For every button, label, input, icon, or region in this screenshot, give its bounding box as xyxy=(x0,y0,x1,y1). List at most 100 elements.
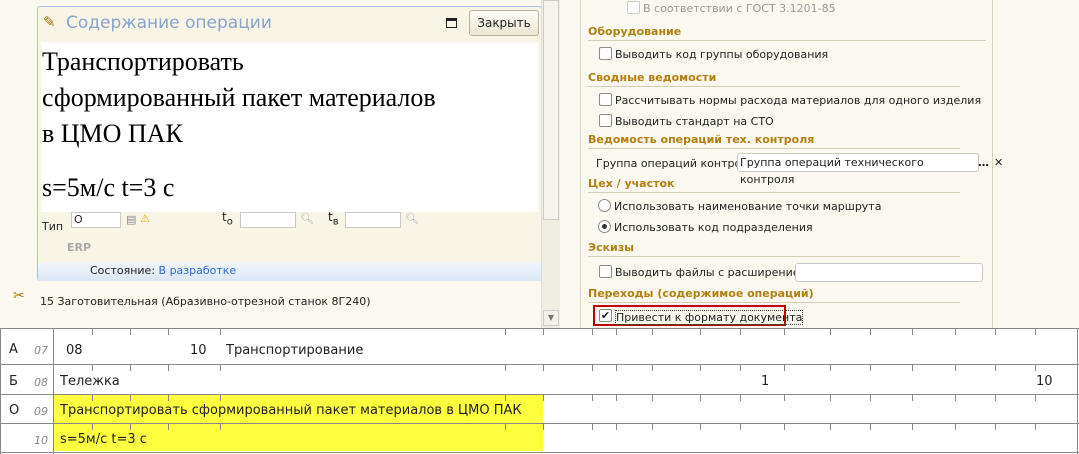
grid-tick xyxy=(1035,424,1036,430)
grid-tick xyxy=(592,395,593,401)
grid-tick xyxy=(870,424,871,430)
grid-tick xyxy=(592,365,593,371)
norms-label: Рассчитывать нормы расхода материалов дл… xyxy=(615,94,982,107)
row-number: 08 xyxy=(34,376,48,389)
content-line: Транспортировать xyxy=(42,47,244,76)
grid-tick xyxy=(168,395,169,401)
grid-tick xyxy=(652,329,653,335)
section-transitions: Переходы (содержимое операций) xyxy=(588,287,960,303)
grid-tick xyxy=(505,424,506,430)
control-group-label: Группа операций контроля: xyxy=(596,157,759,170)
grid-tick xyxy=(130,424,131,430)
settings-panel: В соответствии с ГОСТ 3.1201-85 Оборудов… xyxy=(580,0,1003,328)
operation-content-panel: ✎ Содержание операции Закрыть Транспорти… xyxy=(37,6,542,281)
radio-dot xyxy=(602,224,607,229)
row-number: 07 xyxy=(34,344,48,357)
table-row: Б 08 Тележка 1 10 xyxy=(0,365,1079,395)
tv-input[interactable] xyxy=(345,212,401,228)
select-button[interactable]: … xyxy=(978,156,989,169)
grid-tick xyxy=(616,365,617,371)
scrollbar[interactable]: ▼ xyxy=(541,0,560,328)
search-icon[interactable]: 🔍︎ xyxy=(405,212,419,225)
equip-code-checkbox[interactable] xyxy=(599,47,612,60)
status-value[interactable]: В разработке xyxy=(159,264,237,277)
document-table: А 07 08 10 Транспортирование Б 08 Тележк… xyxy=(0,328,1079,454)
grid-tick xyxy=(740,365,741,371)
doc-format-checkbox[interactable]: ✔ xyxy=(599,309,612,322)
grid-tick xyxy=(130,395,131,401)
operation-content-text[interactable]: Транспортировать сформированный пакет ма… xyxy=(41,42,538,212)
grid-tick xyxy=(616,395,617,401)
grid-tick xyxy=(616,329,617,335)
table-row: А 07 08 10 Транспортирование xyxy=(0,329,1079,365)
close-button[interactable]: Закрыть xyxy=(469,10,539,36)
section-summary: Сводные ведомости xyxy=(588,71,960,87)
to-input[interactable] xyxy=(240,212,296,228)
status-label: Состояние: xyxy=(90,264,156,277)
table-divider xyxy=(53,329,54,454)
grid-tick xyxy=(92,329,93,335)
type-input[interactable]: О xyxy=(71,212,121,228)
grid-tick xyxy=(168,329,169,335)
grid-tick xyxy=(543,395,544,401)
operation-icon: ✂ xyxy=(13,288,25,304)
cell: 10 xyxy=(1036,374,1053,389)
grid-tick xyxy=(92,424,93,430)
control-group-input[interactable]: Группа операций технического контроля xyxy=(737,153,979,186)
grid-tick xyxy=(784,424,785,430)
grid-tick xyxy=(830,424,831,430)
row-type: А xyxy=(9,342,18,357)
tv-label: tв xyxy=(328,210,339,228)
grid-tick xyxy=(543,329,544,335)
grid-tick xyxy=(700,329,701,335)
grid-tick xyxy=(220,424,221,430)
erp-label: ERP xyxy=(67,241,92,254)
table-row: О 09 Транспортировать сформированный пак… xyxy=(0,395,1079,424)
panel-title: Содержание операции xyxy=(66,13,272,33)
table-border xyxy=(1077,329,1078,454)
grid-tick xyxy=(700,395,701,401)
content-line: в ЦМО ПАК xyxy=(42,119,183,148)
sto-checkbox[interactable] xyxy=(599,114,612,127)
dept-code-label: Использовать код подразделения xyxy=(614,221,813,234)
row-type: Б xyxy=(9,374,18,389)
section-sketches: Эскизы xyxy=(588,241,960,257)
grid-tick xyxy=(1035,395,1036,401)
search-icon[interactable]: 🔍︎ xyxy=(300,212,314,225)
cell: 1 xyxy=(761,374,770,389)
grid-tick xyxy=(912,365,913,371)
grid-tick xyxy=(92,395,93,401)
files-ext-checkbox[interactable] xyxy=(599,265,612,278)
document-icon[interactable]: ▤ xyxy=(126,213,136,226)
grid-tick xyxy=(168,424,169,430)
norms-checkbox[interactable] xyxy=(599,93,612,106)
clear-icon[interactable]: ✕ xyxy=(994,156,1003,169)
grid-tick xyxy=(543,365,544,371)
grid-tick xyxy=(995,395,996,401)
status-bar: Состояние: В разработке xyxy=(38,262,541,281)
grid-tick xyxy=(652,395,653,401)
cell: Тележка xyxy=(60,374,120,389)
tools-icon: ✎ xyxy=(43,13,56,31)
cell: s=5м/с t=3 с xyxy=(60,432,147,447)
table-row: 10 s=5м/с t=3 с xyxy=(0,424,1079,453)
grid-tick xyxy=(700,365,701,371)
files-ext-label: Выводить файлы с расширением: xyxy=(615,266,812,279)
scroll-thumb[interactable] xyxy=(543,0,559,220)
maximize-button[interactable] xyxy=(446,18,457,28)
content-line: сформированный пакет материалов xyxy=(42,83,436,112)
grid-tick xyxy=(616,424,617,430)
files-ext-input[interactable] xyxy=(795,263,983,282)
cell: Транспортировать сформированный пакет ма… xyxy=(60,403,522,418)
grid-tick xyxy=(700,424,701,430)
section-equipment: Оборудование xyxy=(588,25,986,41)
route-name-radio[interactable] xyxy=(598,199,611,212)
scroll-down-button[interactable]: ▼ xyxy=(543,310,559,326)
dept-code-radio[interactable] xyxy=(598,220,611,233)
grid-tick xyxy=(784,329,785,335)
grid-tick xyxy=(912,424,913,430)
grid-tick xyxy=(912,395,913,401)
grid-tick xyxy=(652,424,653,430)
grid-tick xyxy=(955,365,956,371)
gost-checkbox[interactable] xyxy=(627,1,640,14)
